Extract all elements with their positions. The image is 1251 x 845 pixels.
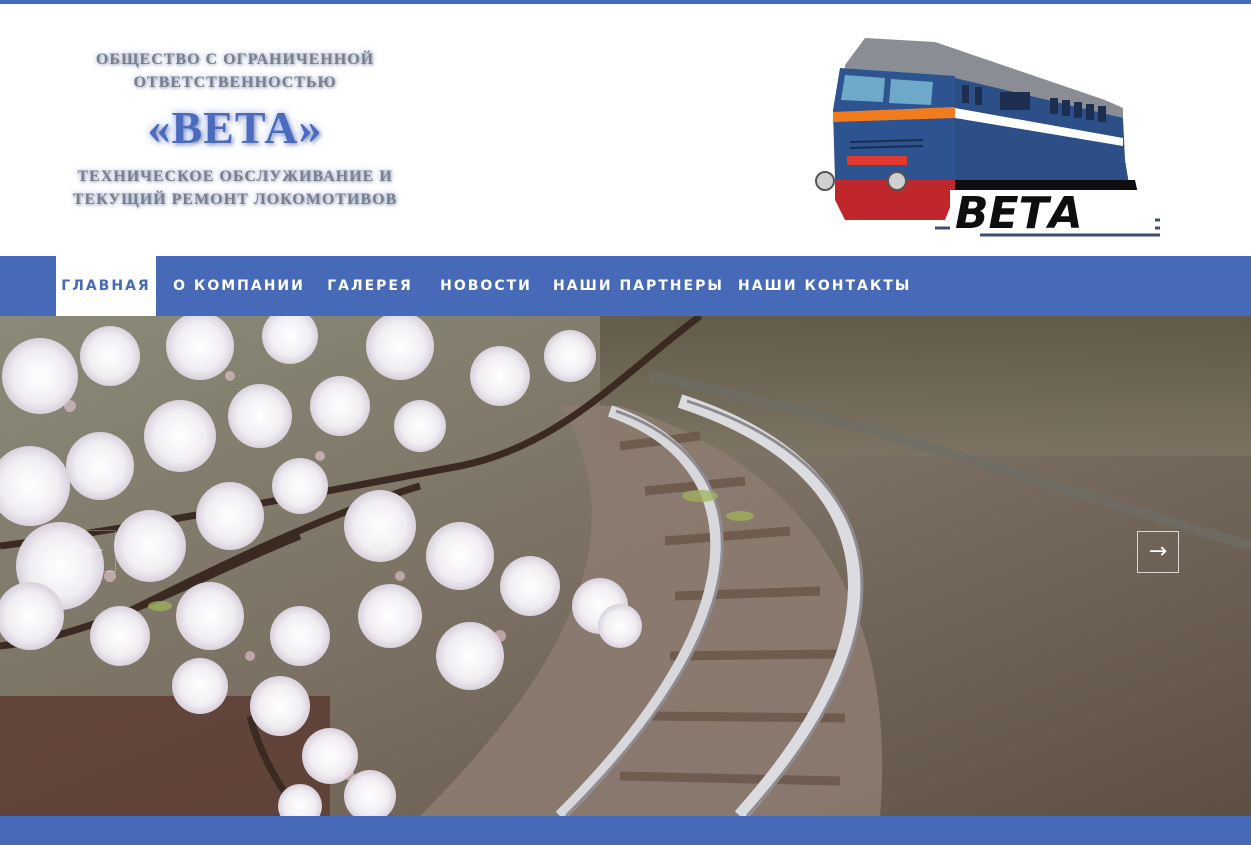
site-header: ОБЩЕСТВО С ОГРАНИЧЕННОЙ ОТВЕТСТВЕННОСТЬЮ…	[0, 4, 1251, 256]
logo-text: ВЕТА	[955, 188, 1083, 239]
company-activity: ТЕХНИЧЕСКОЕ ОБСЛУЖИВАНИЕ И ТЕКУЩИЙ РЕМОН…	[72, 168, 398, 208]
nav-item-home[interactable]: ГЛАВНАЯ	[56, 256, 156, 316]
locomotive-logo[interactable]: ВЕТА	[805, 30, 1170, 245]
hero-slider: ← →	[0, 316, 1251, 816]
arrow-left-icon: ←	[85, 538, 105, 563]
nav-item-contacts[interactable]: НАШИ КОНТАКТЫ	[738, 256, 909, 316]
main-navigation: ГЛАВНАЯ О КОМПАНИИ ГАЛЕРЕЯ НОВОСТИ НАШИ …	[0, 256, 1251, 316]
company-name: «ВЕТА»	[147, 102, 323, 153]
nav-item-news[interactable]: НОВОСТИ	[434, 256, 538, 316]
slider-next-button[interactable]: →	[1137, 531, 1179, 573]
company-type: ОБЩЕСТВО С ОГРАНИЧЕННОЙ ОТВЕТСТВЕННОСТЬЮ	[95, 51, 375, 91]
slider-prev-button[interactable]: ←	[74, 530, 116, 572]
nav-item-about[interactable]: О КОМПАНИИ	[171, 256, 307, 316]
bottom-accent-bar	[0, 816, 1251, 845]
arrow-right-icon: →	[1148, 539, 1168, 564]
company-title-block: ОБЩЕСТВО С ОГРАНИЧЕННОЙ ОТВЕТСТВЕННОСТЬЮ…	[50, 48, 420, 211]
railway-cherry-blossom-photo	[0, 316, 1251, 816]
nav-item-gallery[interactable]: ГАЛЕРЕЯ	[322, 256, 418, 316]
nav-item-partners[interactable]: НАШИ ПАРТНЕРЫ	[553, 256, 723, 316]
